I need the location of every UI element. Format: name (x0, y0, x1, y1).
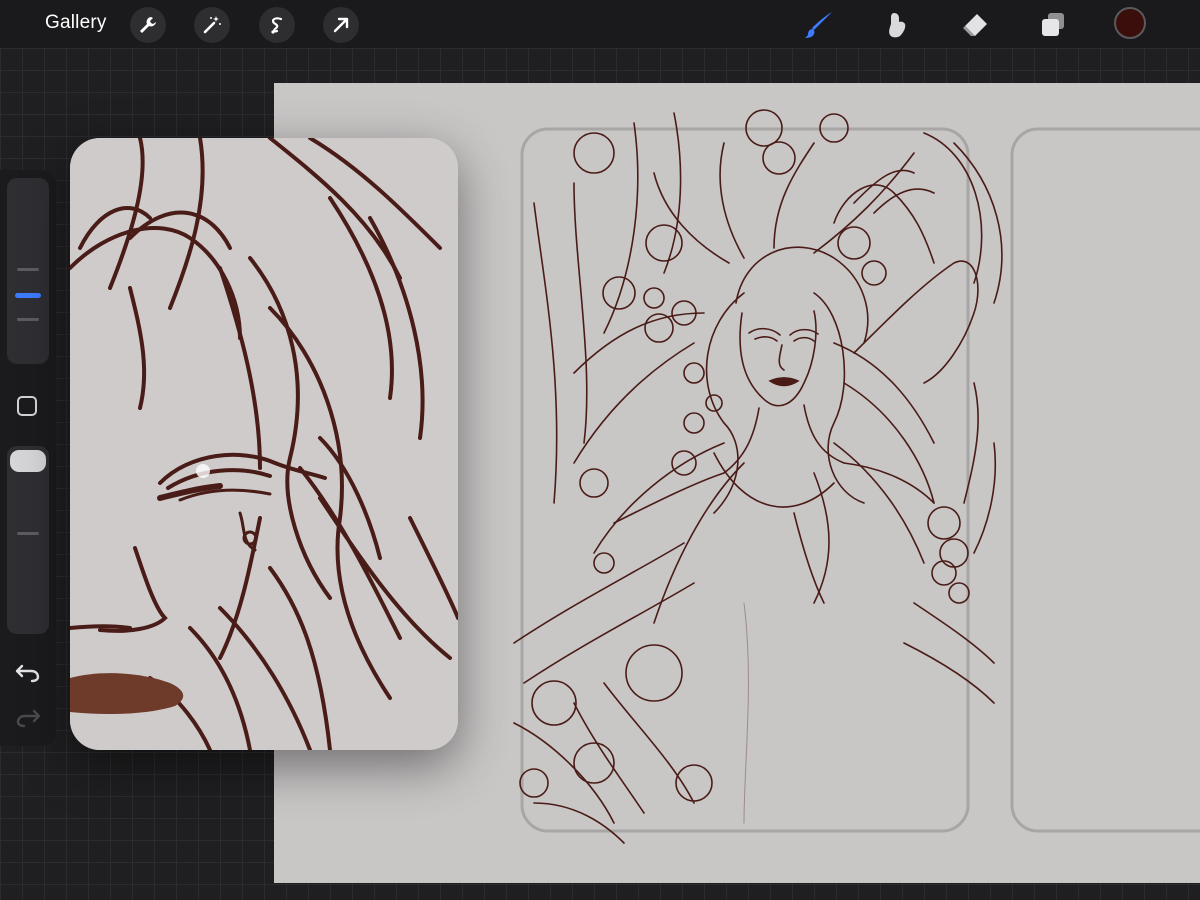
redo-button[interactable] (14, 705, 42, 729)
actions-button[interactable] (130, 7, 166, 43)
adjustments-button[interactable] (194, 7, 230, 43)
brush-tool-button[interactable] (801, 7, 837, 43)
undo-button[interactable] (14, 660, 42, 684)
opacity-handle[interactable] (10, 450, 46, 472)
right-comic-panel (1010, 127, 1200, 833)
magic-wand-icon (203, 16, 221, 34)
smudge-tool-button[interactable] (879, 7, 915, 43)
brush-size-handle[interactable] (15, 293, 41, 298)
layers-button[interactable] (1035, 7, 1071, 43)
eraser-tool-button[interactable] (957, 7, 993, 43)
brush-size-slider[interactable] (7, 178, 49, 364)
slider-tick (17, 268, 39, 271)
top-toolbar: Gallery (0, 0, 1200, 48)
smudge-icon (889, 13, 906, 38)
layers-icon (1042, 13, 1064, 36)
brush-sidebar (0, 170, 56, 746)
redo-icon (16, 709, 41, 728)
modify-button[interactable] (17, 396, 37, 416)
slider-tick (17, 318, 39, 321)
opacity-slider[interactable] (7, 446, 49, 634)
selection-icon (271, 17, 283, 34)
selection-button[interactable] (259, 7, 295, 43)
wrench-icon (140, 17, 156, 33)
sketch-strokes (513, 109, 1003, 844)
slider-tick (17, 532, 39, 535)
brush-icon (805, 12, 832, 38)
reference-image (70, 138, 458, 750)
gallery-button[interactable]: Gallery (45, 12, 107, 34)
transform-button[interactable] (323, 7, 359, 43)
color-picker-button[interactable] (1114, 7, 1146, 39)
reference-window[interactable] (70, 138, 458, 750)
transform-arrow-icon (333, 17, 349, 33)
eraser-icon (963, 14, 987, 36)
undo-icon (15, 664, 40, 683)
